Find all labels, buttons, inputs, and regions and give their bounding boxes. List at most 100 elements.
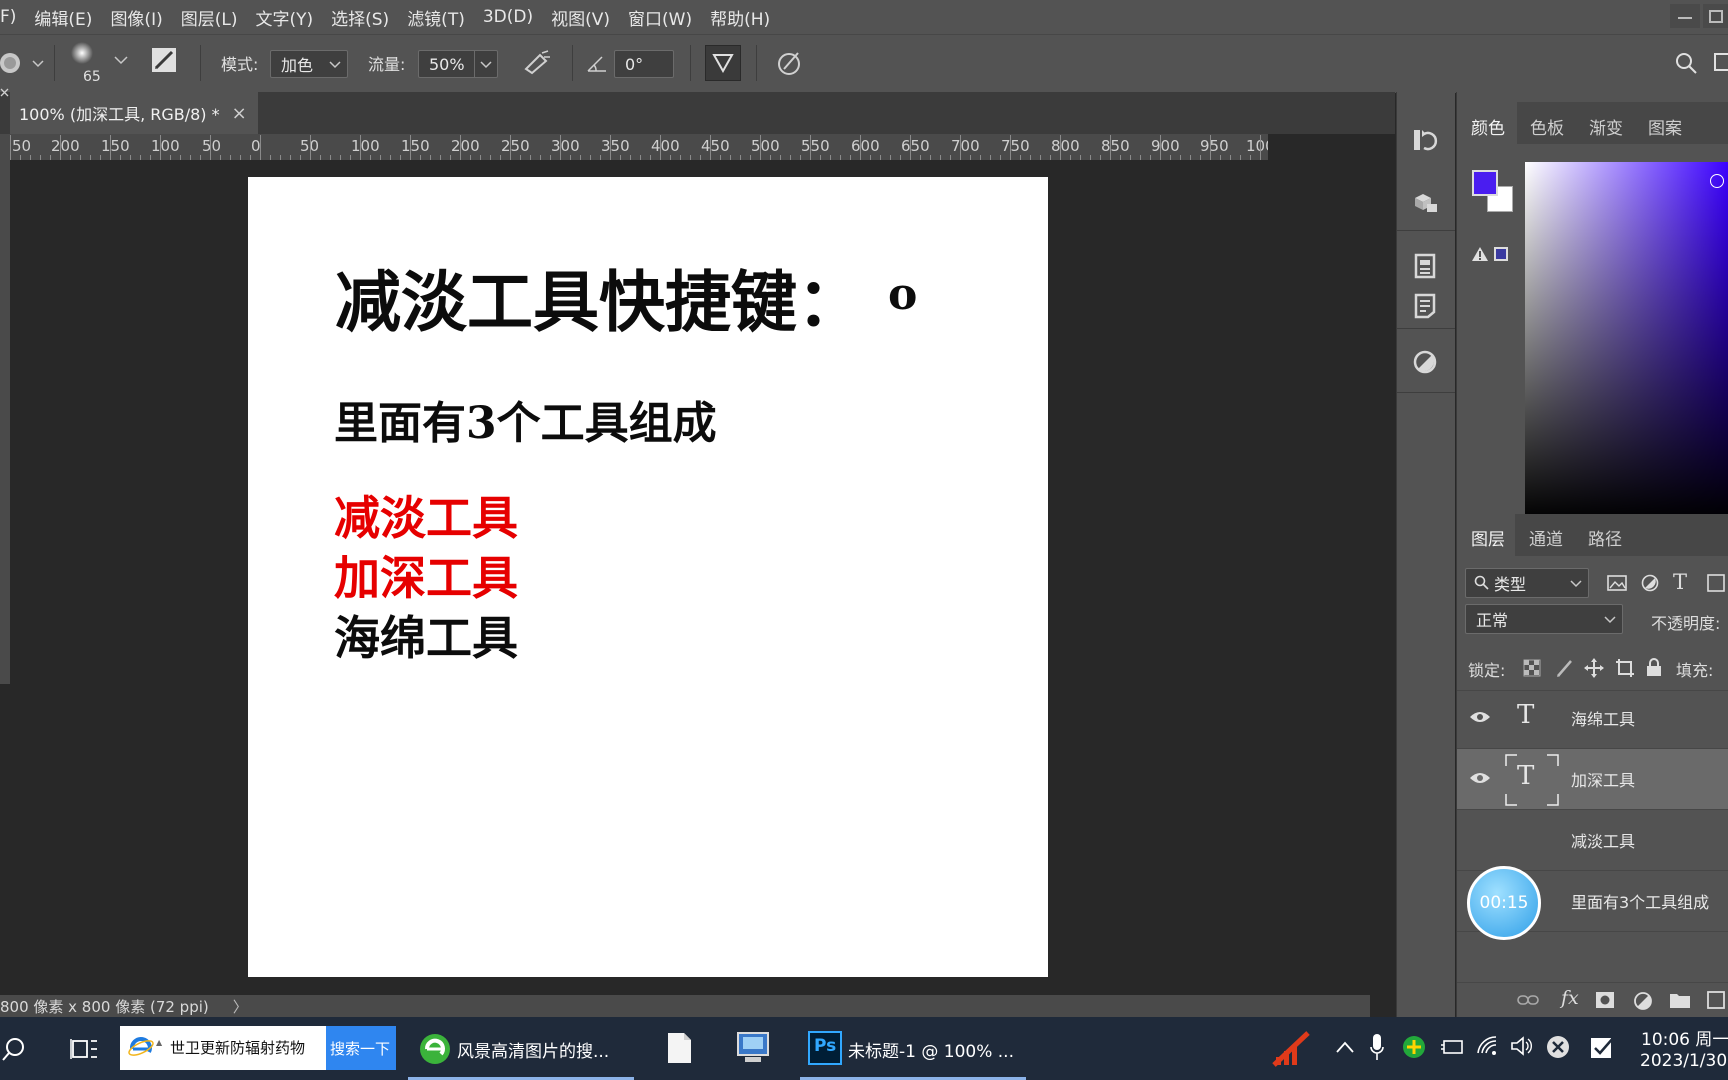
menu-window[interactable]: 窗口(W) xyxy=(619,5,701,30)
blend-mode-select[interactable]: 正常 xyxy=(1465,604,1623,634)
clock-date[interactable]: 2023/1/30 xyxy=(1640,1051,1727,1071)
layer-name[interactable]: 减淡工具 xyxy=(1571,828,1635,852)
tab-channels[interactable]: 通道 xyxy=(1529,525,1563,550)
color-picker-handle[interactable] xyxy=(1710,174,1724,188)
canvas-tool2[interactable]: 加深工具 xyxy=(334,542,518,608)
news-headline[interactable]: 世卫更新防辐射药物 xyxy=(170,1037,305,1058)
gamut-warning-icon[interactable] xyxy=(1471,246,1489,262)
error-icon[interactable] xyxy=(1546,1035,1570,1059)
notes-icon[interactable] xyxy=(1411,292,1439,320)
minimize-button[interactable] xyxy=(1670,4,1700,28)
close-icon[interactable] xyxy=(0,88,10,98)
menu-3d[interactable]: 3D(D) xyxy=(474,7,542,27)
recording-timer[interactable]: 00:15 xyxy=(1467,866,1541,940)
visibility-eye-icon[interactable] xyxy=(1469,771,1491,785)
layer-name[interactable]: 里面有3个工具组成 xyxy=(1571,889,1709,913)
lock-artboard-icon[interactable] xyxy=(1615,658,1635,678)
document-canvas[interactable]: 减淡工具快捷键： o 里面有3个工具组成 减淡工具 加深工具 海绵工具 xyxy=(248,177,1048,977)
tab-gradients[interactable]: 渐变 xyxy=(1589,114,1623,139)
menu-view[interactable]: 视图(V) xyxy=(542,5,619,30)
menu-layer[interactable]: 图层(L) xyxy=(172,5,247,30)
color-field[interactable] xyxy=(1525,162,1728,520)
tab-paths[interactable]: 路径 xyxy=(1588,525,1622,550)
search-icon[interactable] xyxy=(1674,51,1698,75)
menu-help[interactable]: 帮助(H) xyxy=(701,5,779,30)
photoshop-task-label[interactable]: 未标题-1 @ 100% ... xyxy=(848,1037,1014,1062)
chevron-down-icon[interactable] xyxy=(114,55,128,65)
menu-select[interactable]: 选择(S) xyxy=(322,5,398,30)
tool-preset-icon[interactable] xyxy=(0,49,44,79)
angle-input[interactable]: 0° xyxy=(614,50,674,78)
wifi-icon[interactable] xyxy=(1476,1035,1500,1057)
restore-button[interactable] xyxy=(1703,4,1728,28)
filter-type-icon[interactable]: T xyxy=(1673,570,1687,594)
properties-icon[interactable] xyxy=(1411,252,1439,280)
canvas-shortcut[interactable]: o xyxy=(888,269,917,320)
canvas-tool3[interactable]: 海绵工具 xyxy=(334,602,518,668)
search-go-button[interactable]: 搜索一下 xyxy=(326,1026,396,1070)
visibility-eye-icon[interactable] xyxy=(1469,710,1491,724)
mode-select[interactable]: 加色 xyxy=(270,50,348,78)
new-group-icon[interactable] xyxy=(1669,991,1691,1009)
brush-settings-icon[interactable] xyxy=(151,47,177,73)
filter-adjustment-icon[interactable] xyxy=(1641,574,1659,592)
computer-icon[interactable] xyxy=(735,1031,771,1065)
tab-layers[interactable]: 图层 xyxy=(1471,525,1505,550)
layer-effects-icon[interactable]: fx xyxy=(1561,987,1579,1009)
search-icon[interactable] xyxy=(2,1037,26,1063)
menu-image[interactable]: 图像(I) xyxy=(101,5,171,30)
tab-color[interactable]: 颜色 xyxy=(1471,114,1505,139)
chevron-up-icon[interactable] xyxy=(1336,1041,1354,1053)
battery-icon[interactable] xyxy=(1440,1037,1464,1057)
flow-input[interactable]: 50% xyxy=(418,50,498,78)
pressure-size-button[interactable] xyxy=(705,45,741,81)
close-icon[interactable]: × xyxy=(232,103,247,124)
symmetry-icon[interactable] xyxy=(776,49,804,77)
menu-file[interactable]: F) xyxy=(0,7,25,27)
lock-paint-icon[interactable] xyxy=(1555,658,1575,678)
canvas-title[interactable]: 减淡工具快捷键： xyxy=(335,249,863,345)
notification-check-icon[interactable] xyxy=(1590,1035,1616,1059)
canvas-subtitle[interactable]: 里面有3个工具组成 xyxy=(334,387,717,451)
history-icon[interactable] xyxy=(1411,126,1439,154)
tab-swatches[interactable]: 色板 xyxy=(1530,114,1564,139)
chart-app-icon[interactable] xyxy=(1272,1031,1310,1067)
microphone-icon[interactable] xyxy=(1370,1033,1384,1061)
brush-preview-icon[interactable] xyxy=(70,41,94,65)
layer-row-selected[interactable]: T 加深工具 xyxy=(1457,749,1728,810)
layer-name[interactable]: 海绵工具 xyxy=(1571,706,1635,730)
new-layer-icon[interactable] xyxy=(1707,991,1728,1009)
volume-icon[interactable] xyxy=(1510,1035,1534,1057)
adjustment-layer-icon[interactable] xyxy=(1633,991,1653,1011)
browser-task-label[interactable]: 风景高清图片的搜... xyxy=(457,1037,609,1062)
link-layers-icon[interactable] xyxy=(1517,993,1539,1007)
lock-move-icon[interactable] xyxy=(1584,658,1604,678)
document-tab[interactable]: 100% (加深工具, RGB/8) * × xyxy=(10,92,258,134)
layer-row[interactable]: T 海绵工具 xyxy=(1457,688,1728,749)
layer-name[interactable]: 加深工具 xyxy=(1571,767,1635,791)
task-view-icon[interactable] xyxy=(70,1037,98,1061)
foreground-color-swatch[interactable] xyxy=(1472,170,1498,196)
menu-type[interactable]: 文字(Y) xyxy=(246,5,322,30)
3d-icon[interactable] xyxy=(1411,188,1439,216)
menu-filter[interactable]: 滤镜(T) xyxy=(398,5,474,30)
layer-row[interactable]: 减淡工具 xyxy=(1457,810,1728,871)
news-search-box[interactable]: ▲ 世卫更新防辐射药物 xyxy=(120,1026,326,1070)
filter-shape-icon[interactable] xyxy=(1707,574,1728,592)
security-app-icon[interactable] xyxy=(1402,1035,1426,1059)
canvas-tool1[interactable]: 减淡工具 xyxy=(334,482,518,548)
file-icon[interactable] xyxy=(666,1032,692,1064)
lock-all-icon[interactable] xyxy=(1645,657,1663,677)
workspace-icon[interactable] xyxy=(1714,51,1728,75)
filter-pixel-icon[interactable] xyxy=(1607,574,1627,592)
web-color-icon[interactable] xyxy=(1494,247,1508,261)
clock-time[interactable]: 10:06 周一 xyxy=(1641,1025,1728,1050)
status-menu-icon[interactable]: 〉 xyxy=(233,996,248,1017)
lock-transparent-icon[interactable] xyxy=(1523,659,1541,677)
tab-patterns[interactable]: 图案 xyxy=(1648,114,1682,139)
layer-mask-icon[interactable] xyxy=(1595,991,1615,1009)
layer-filter-select[interactable]: 类型 xyxy=(1465,568,1589,598)
menu-edit[interactable]: 编辑(E) xyxy=(25,5,101,30)
adjustments-icon[interactable] xyxy=(1411,348,1439,376)
airbrush-icon[interactable] xyxy=(522,49,552,75)
